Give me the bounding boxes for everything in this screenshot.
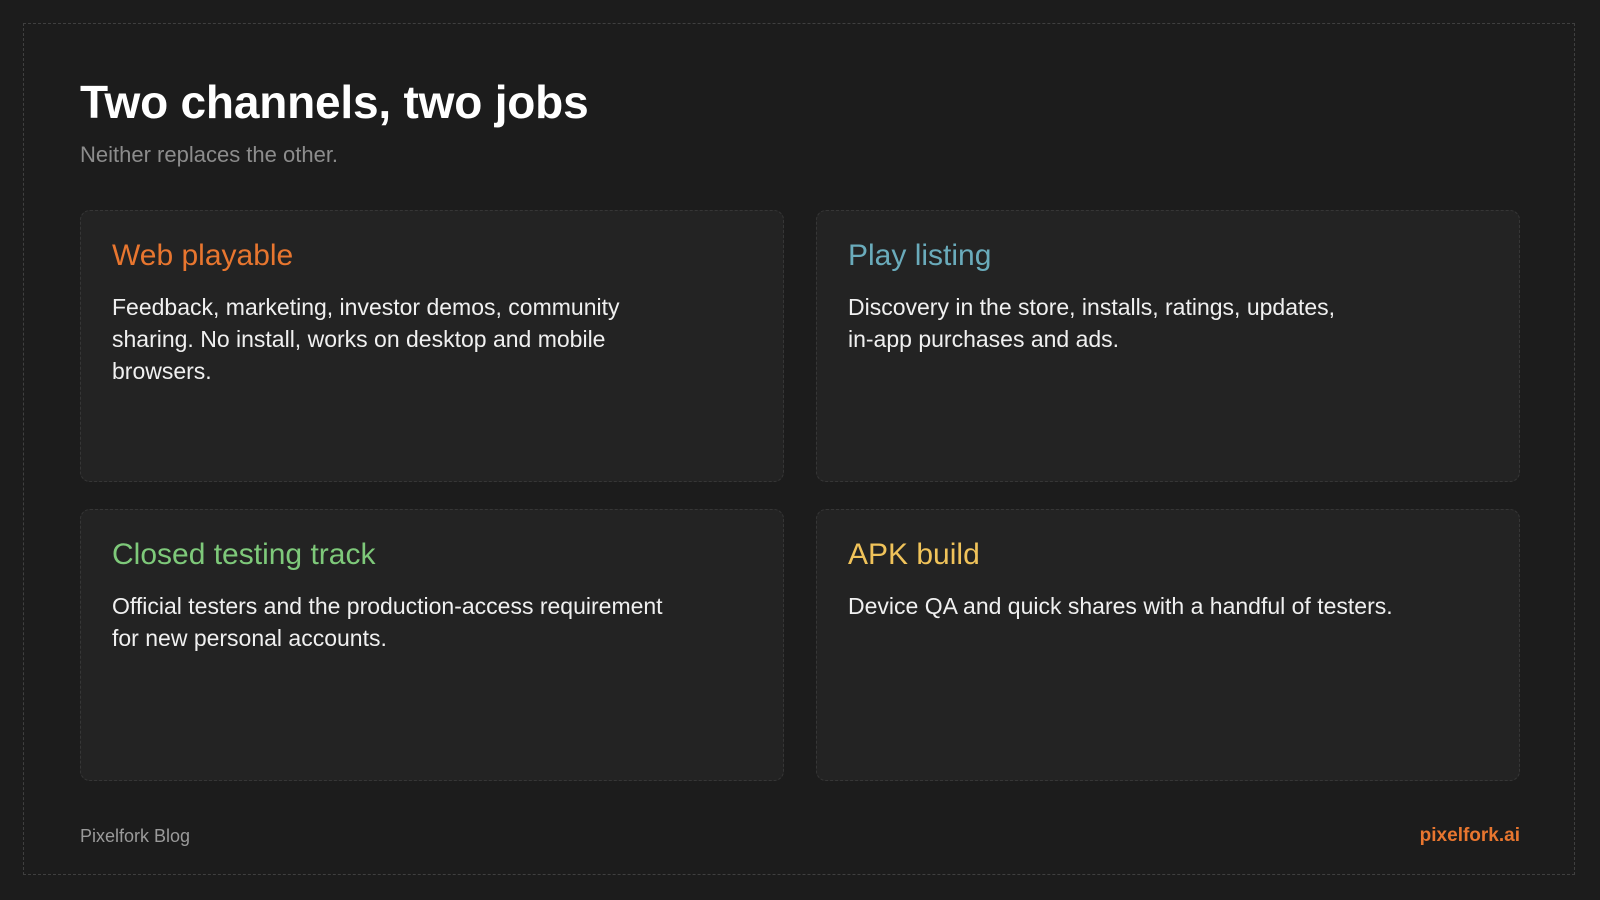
card-title: Web playable — [112, 239, 294, 272]
card-title: Play listing — [848, 239, 992, 272]
footer-blog-name: Pixelfork Blog — [80, 826, 191, 846]
card-title: APK build — [848, 538, 980, 571]
card-apk-build: APK build Device QA and quick shares wit… — [816, 509, 1520, 781]
card-closed-testing-track: Closed testing track Official testers an… — [80, 509, 784, 781]
footer-site-link[interactable]: pixelfork.ai — [1420, 824, 1520, 848]
card-body: Feedback, marketing, investor demos, com… — [112, 294, 620, 384]
card-body: Official testers and the production-acce… — [112, 593, 663, 651]
card-web-playable: Web playable Feedback, marketing, invest… — [80, 210, 784, 482]
card-play-listing: Play listing Discovery in the store, ins… — [816, 210, 1520, 482]
page-title: Two channels, two jobs — [80, 76, 589, 128]
card-body: Device QA and quick shares with a handfu… — [848, 593, 1393, 619]
card-body: Discovery in the store, installs, rating… — [848, 294, 1336, 352]
page-subtitle: Neither replaces the other. — [80, 142, 339, 167]
card-title: Closed testing track — [112, 538, 376, 571]
